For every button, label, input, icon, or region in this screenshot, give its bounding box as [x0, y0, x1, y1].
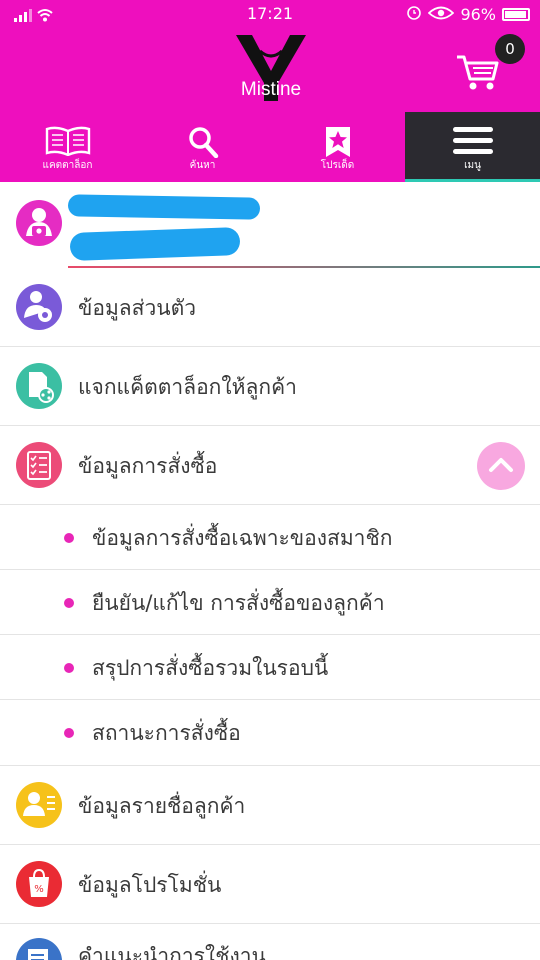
redaction-mark — [69, 227, 241, 261]
menu-item-promotions[interactable]: % ข้อมูลโปรโมชั่น — [0, 845, 540, 924]
shopping-cart-icon — [457, 55, 499, 90]
bullet-icon — [64, 598, 74, 608]
menu-item-label: ข้อมูลรายชื่อลูกค้า — [78, 794, 246, 818]
share-document-icon — [16, 363, 62, 409]
menu-item-guide[interactable]: คำแนะนำการใช้งาน — [0, 924, 540, 960]
submenu-item-order-summary[interactable]: สรุปการสั่งซื้อรวมในรอบนี้ — [0, 635, 540, 700]
nav-catalog[interactable]: แคตตาล็อก — [0, 112, 135, 182]
status-bar: 17:21 96% — [0, 0, 540, 27]
submenu-item-label: ข้อมูลการสั่งซื้อเฉพาะของสมาชิก — [92, 526, 393, 550]
nav-promo[interactable]: โปรเด็ด — [270, 112, 405, 182]
search-icon — [188, 127, 218, 158]
promo-bag-icon: % — [16, 861, 62, 907]
nav-search-label: ค้นหา — [189, 160, 216, 171]
menu-item-orders[interactable]: ข้อมูลการสั่งซื้อ — [0, 426, 540, 505]
catalog-book-icon — [45, 126, 90, 156]
star-bookmark-icon — [325, 127, 350, 157]
hamburger-menu-icon — [452, 127, 493, 154]
battery-percent: 96% — [460, 4, 496, 24]
app-header: Mistine 0 — [0, 27, 540, 112]
guide-book-icon — [16, 938, 62, 960]
chevron-up-icon — [489, 458, 513, 472]
menu-item-label: แจกแค็ตตาล็อกให้ลูกค้า — [78, 375, 297, 399]
menu-item-customers[interactable]: ข้อมูลรายชื่อลูกค้า — [0, 766, 540, 845]
bullet-icon — [64, 728, 74, 738]
submenu-item-confirm-orders[interactable]: ยืนยัน/แก้ไข การสั่งซื้อของลูกค้า — [0, 570, 540, 635]
user-settings-icon — [16, 284, 62, 330]
nav-catalog-label: แคตตาล็อก — [42, 160, 93, 171]
nav-menu-label: เมนู — [464, 160, 481, 171]
bullet-icon — [64, 533, 74, 543]
order-checklist-icon — [16, 442, 62, 488]
menu-item-label: ข้อมูลส่วนตัว — [78, 296, 197, 320]
cart-button[interactable] — [455, 47, 500, 92]
menu-item-label: ข้อมูลโปรโมชั่น — [78, 873, 222, 897]
redaction-mark — [67, 194, 261, 220]
nav-menu[interactable]: เมนู — [405, 112, 540, 182]
nav-promo-label: โปรเด็ด — [320, 160, 355, 171]
mistine-logo[interactable]: Mistine — [226, 31, 316, 109]
cart-count-badge: 0 — [495, 34, 525, 64]
alarm-icon — [406, 4, 422, 24]
scroll-top-button[interactable] — [477, 442, 525, 490]
submenu-item-member-orders[interactable]: ข้อมูลการสั่งซื้อเฉพาะของสมาชิก — [0, 505, 540, 570]
main-nav: แคตตาล็อก ค้นหา โปรเด็ด เมนู — [0, 112, 540, 182]
submenu-item-order-status[interactable]: สถานะการสั่งซื้อ — [0, 700, 540, 766]
menu-item-share-catalog[interactable]: แจกแค็ตตาล็อกให้ลูกค้า — [0, 347, 540, 426]
user-camera-icon — [26, 208, 52, 236]
menu-item-label: ข้อมูลการสั่งซื้อ — [78, 454, 218, 478]
nav-search[interactable]: ค้นหา — [135, 112, 270, 182]
submenu-item-label: สรุปการสั่งซื้อรวมในรอบนี้ — [92, 656, 329, 680]
eye-icon — [428, 5, 455, 24]
menu-item-personal[interactable]: ข้อมูลส่วนตัว — [0, 268, 540, 347]
customer-list-icon — [16, 782, 62, 828]
avatar[interactable] — [16, 200, 62, 246]
svg-text:%: % — [34, 884, 44, 895]
submenu-item-label: ยืนยัน/แก้ไข การสั่งซื้อของลูกค้า — [92, 591, 385, 615]
menu-item-label: คำแนะนำการใช้งาน — [78, 944, 266, 960]
logo-text: Mistine — [240, 79, 302, 100]
submenu-item-label: สถานะการสั่งซื้อ — [92, 721, 241, 745]
bullet-icon — [64, 663, 74, 673]
battery-icon — [502, 7, 530, 21]
